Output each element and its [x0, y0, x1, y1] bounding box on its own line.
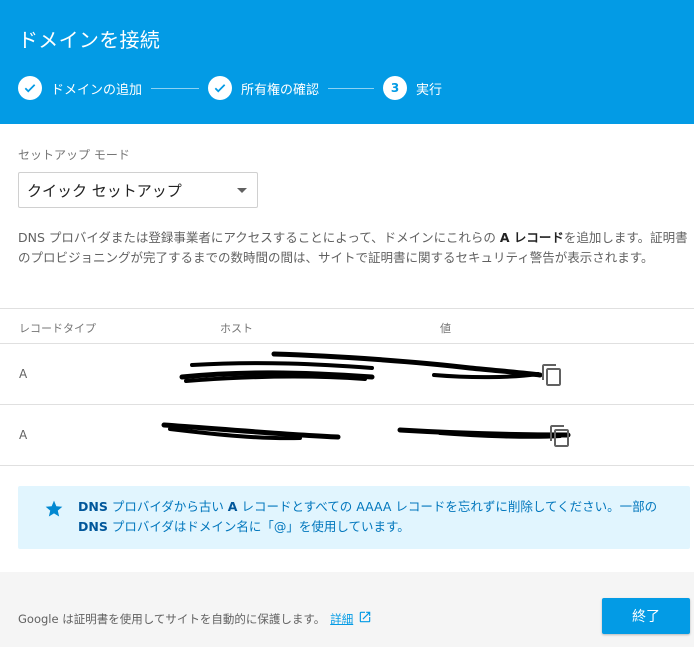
redaction-scribble [179, 351, 543, 383]
dialog-header: ドメインを接続 ドメインの追加 所有権の確認 3 実行 [0, 0, 694, 124]
step-label-execute: 実行 [416, 82, 443, 98]
step-connector [151, 87, 200, 89]
table-row: A [0, 405, 694, 466]
info-notice-text: DNS プロバイダから古い A レコードとすべての AAAA レコードを忘れずに… [78, 497, 678, 537]
column-header-value: 値 [440, 322, 451, 335]
learn-more-link[interactable]: 詳細 [330, 611, 353, 627]
footer-note: Google は証明書を使用してサイトを自動的に保護します。 詳細 [18, 610, 372, 627]
check-icon [208, 76, 233, 100]
instructions-text-bold: A レコード [499, 230, 564, 245]
setup-mode-select[interactable]: クイック セットアップ [18, 172, 258, 208]
footer-note-text: Google は証明書を使用してサイトを自動的に保護します。 [18, 611, 326, 626]
step-label-add-domain: ドメインの追加 [51, 82, 143, 98]
stepper: ドメインの追加 所有権の確認 3 実行 [18, 75, 442, 101]
step-connector [328, 87, 375, 89]
step-verify-ownership: 所有権の確認 [208, 76, 319, 100]
info-text-part: プロバイダから古い [107, 499, 228, 514]
setup-mode-label: セットアップ モード [18, 148, 130, 162]
table-header: レコードタイプ ホスト 値 [0, 308, 694, 344]
step-execute: 3 実行 [383, 76, 442, 100]
step-number: 3 [383, 76, 408, 100]
dropdown-arrow-icon [237, 188, 247, 193]
dialog-content: セットアップ モード クイック セットアップ DNS プロバイダまたは登録事業者… [0, 124, 694, 572]
setup-mode-value: クイック セットアップ [27, 181, 182, 200]
redaction-scribble [161, 422, 571, 441]
copy-icon[interactable] [540, 363, 564, 390]
step-label-verify-ownership: 所有権の確認 [241, 82, 320, 98]
table-row: A [0, 344, 694, 405]
info-notice: DNS プロバイダから古い A レコードとすべての AAAA レコードを忘れずに… [18, 486, 690, 549]
step-add-domain: ドメインの追加 [18, 76, 142, 100]
instructions-text: DNS プロバイダまたは登録事業者にアクセスすることによって、ドメインにこれらの… [18, 228, 690, 268]
info-text-part: AAAA [356, 499, 392, 514]
check-icon [18, 76, 42, 100]
info-text-part: レコードを忘れずに削除してください。一部の [391, 499, 658, 514]
dialog-footer: Google は証明書を使用してサイトを自動的に保護します。 詳細 終了 [0, 572, 694, 647]
copy-icon[interactable] [548, 424, 572, 451]
star-icon [44, 499, 64, 523]
finish-button[interactable]: 終了 [602, 598, 690, 634]
column-header-host: ホスト [220, 322, 253, 335]
column-header-type: レコードタイプ [19, 322, 96, 335]
open-in-new-icon[interactable] [358, 610, 372, 627]
info-text-part: レコードとすべての [237, 499, 357, 514]
info-text-part: プロバイダはドメイン名に「@」を使用しています。 [107, 519, 410, 534]
dns-records-table: レコードタイプ ホスト 値 A A [0, 308, 694, 466]
dialog-title: ドメインを接続 [18, 28, 161, 52]
instructions-text-part: DNS プロバイダまたは登録事業者にアクセスすることによって、ドメインにこれらの [18, 230, 500, 245]
info-text-bold: DNS [78, 499, 108, 514]
info-text-bold: DNS [78, 519, 108, 534]
